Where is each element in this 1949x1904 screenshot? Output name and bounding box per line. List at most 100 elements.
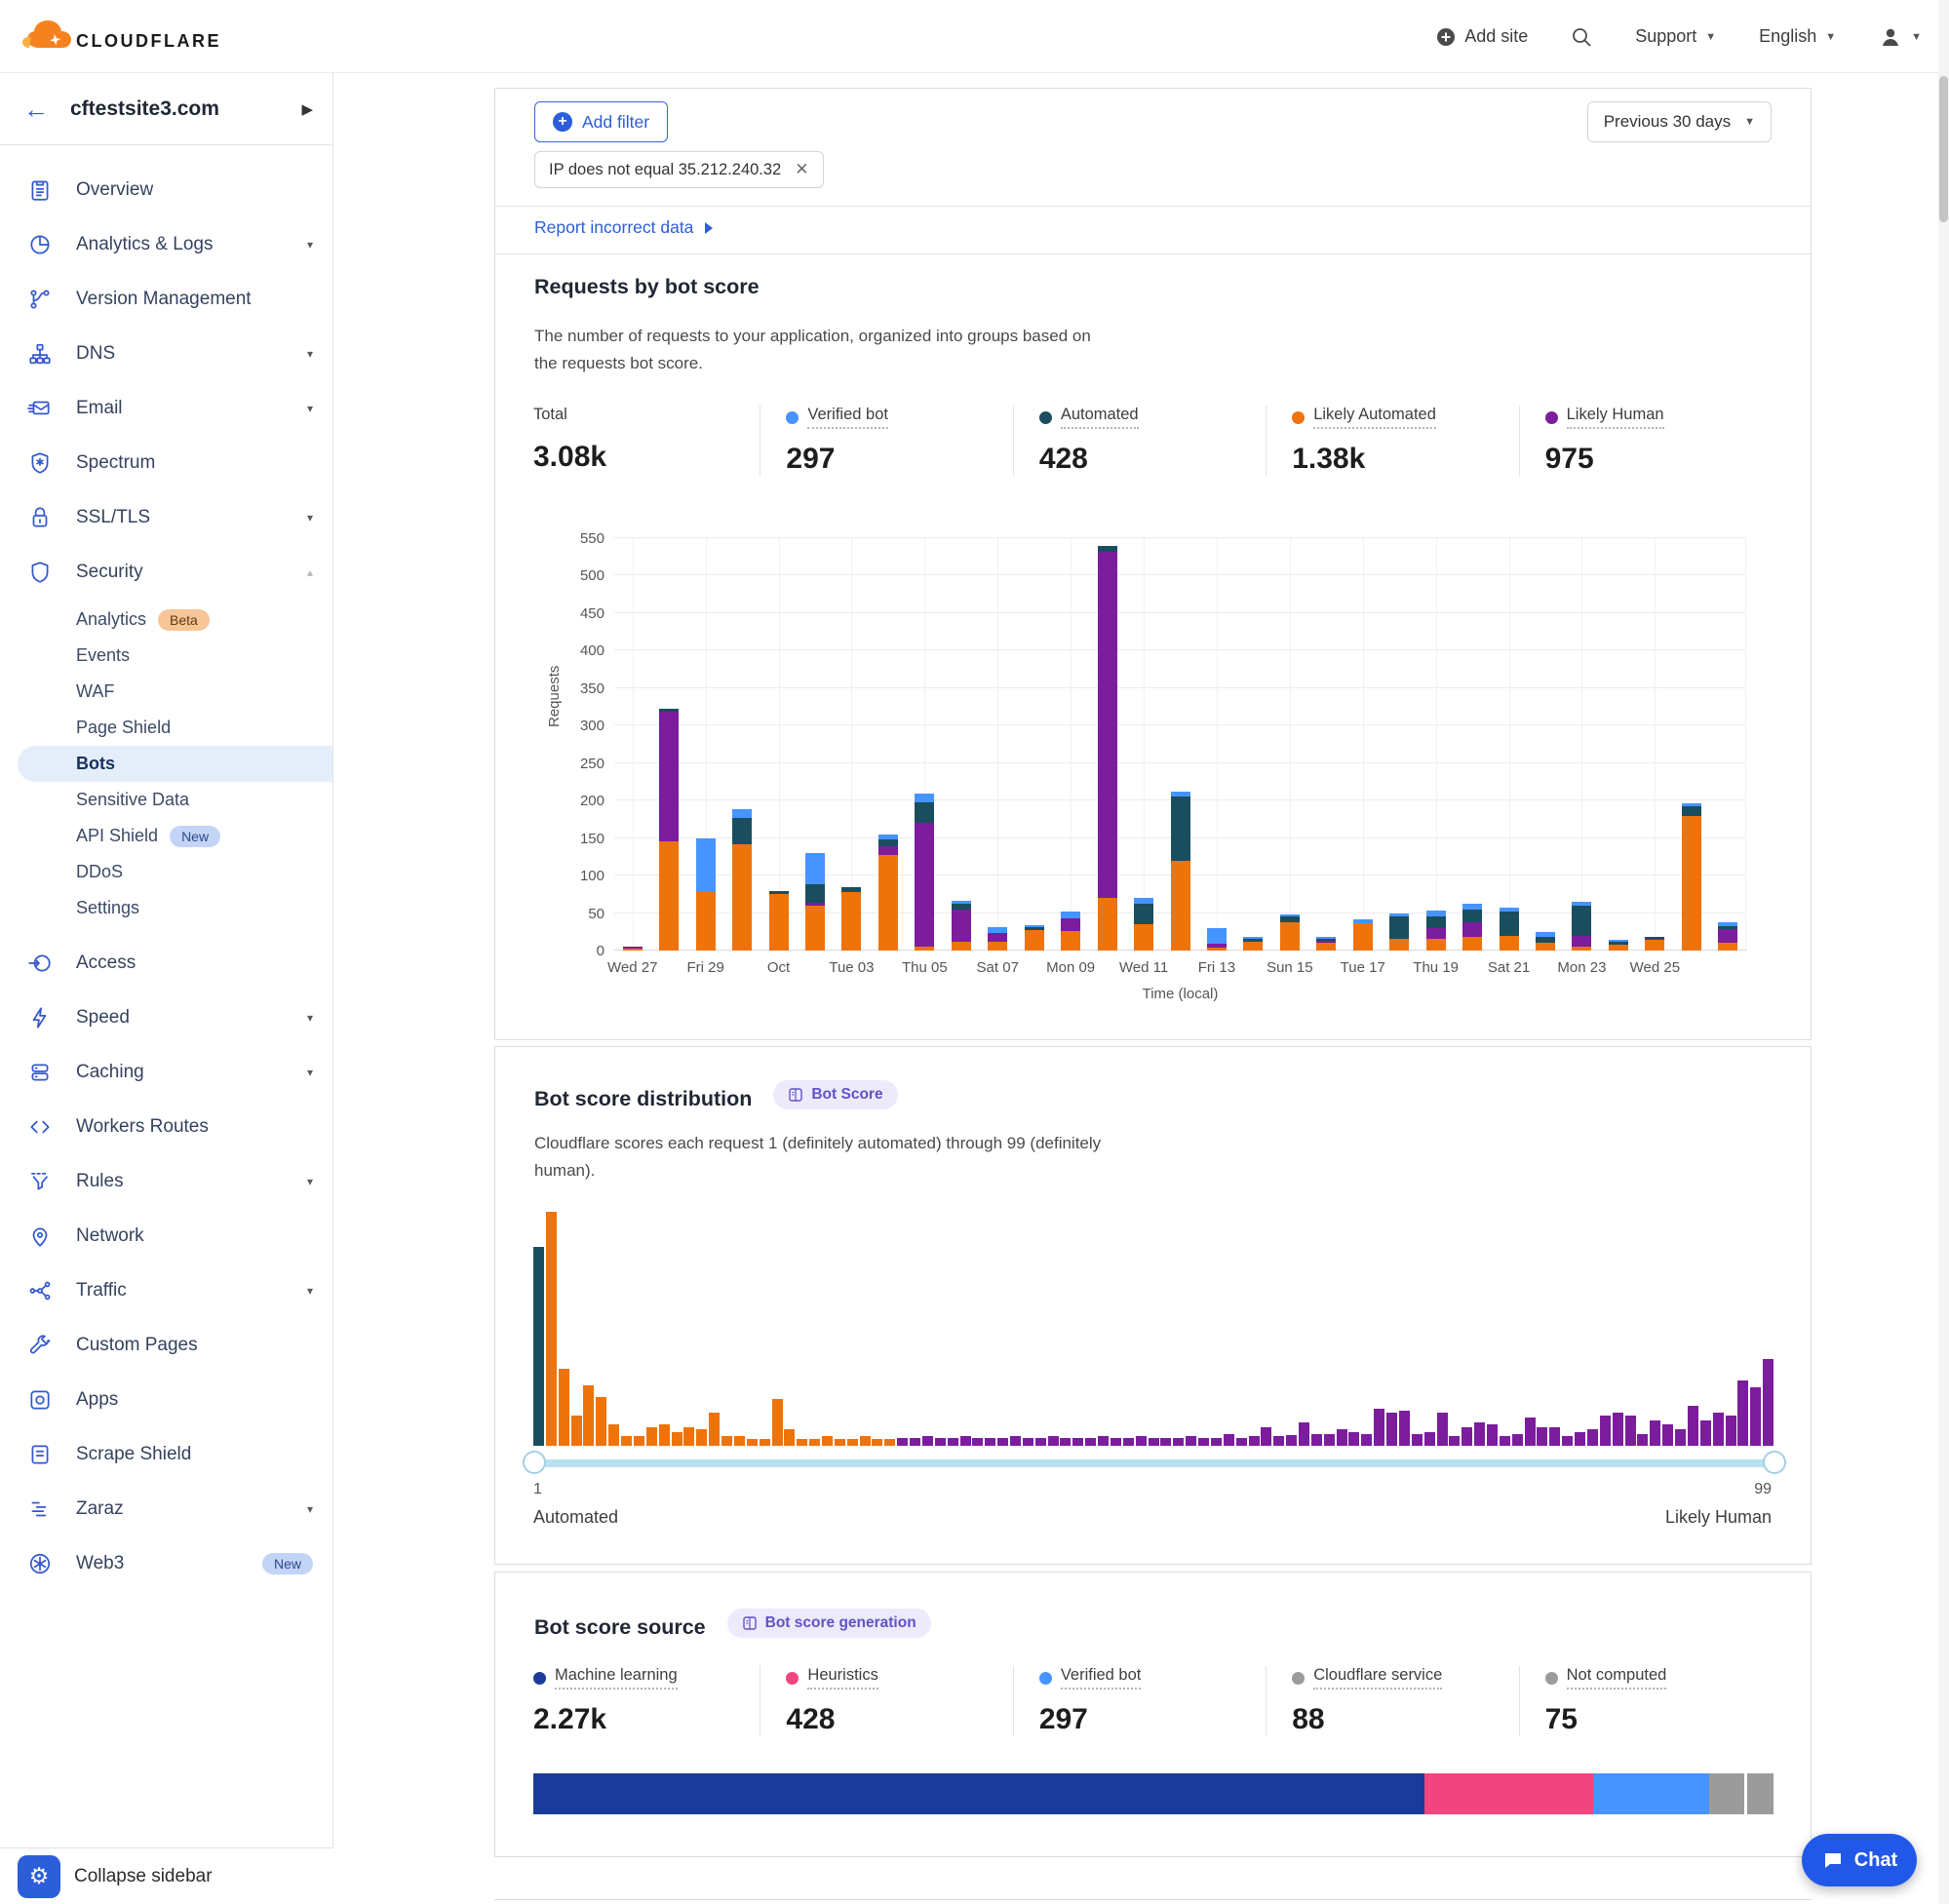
bar-segment-likely-automated <box>1207 948 1227 951</box>
x-tick-label: Thu 05 <box>902 959 948 976</box>
code-icon <box>27 1114 53 1140</box>
chevron-down-icon: ▼ <box>1911 31 1922 43</box>
sidebar-item-label: Spectrum <box>76 452 313 474</box>
report-link-label: Report incorrect data <box>534 217 693 238</box>
sidebar-item-custom-pages[interactable]: Custom Pages <box>0 1318 332 1373</box>
stat-label[interactable]: Cloudflare service <box>1292 1666 1442 1690</box>
stacked-bar <box>1462 538 1482 951</box>
sidebar-item-rules[interactable]: Rules▾ <box>0 1154 332 1209</box>
report-incorrect-data-link[interactable]: Report incorrect data <box>534 217 713 238</box>
filter-chip-label: IP does not equal 35.212.240.32 <box>549 161 781 179</box>
sidebar-item-traffic[interactable]: Traffic▾ <box>0 1263 332 1318</box>
sidebar-item-email[interactable]: Email▾ <box>0 381 332 436</box>
stat-label[interactable]: Automated <box>1039 406 1139 429</box>
histogram-bar <box>1337 1429 1347 1446</box>
sidebar-item-page-shield[interactable]: Page Shield <box>0 710 332 746</box>
sidebar-item-analytics[interactable]: AnalyticsBeta <box>0 602 332 638</box>
sidebar-item-web3[interactable]: Web3New <box>0 1536 332 1591</box>
sidebar-item-caching[interactable]: Caching▾ <box>0 1045 332 1100</box>
bot-score-histogram <box>533 1212 1775 1446</box>
back-arrow-icon[interactable]: ← <box>23 97 49 122</box>
histogram-bar <box>1500 1436 1510 1446</box>
add-site-button[interactable]: Add site <box>1436 26 1528 47</box>
stacked-bar <box>1280 538 1300 951</box>
stat-value: 2.27k <box>533 1703 760 1736</box>
bar-segment-automated <box>1426 916 1446 928</box>
sidebar-item-security[interactable]: Security▴ <box>0 545 332 600</box>
stat-automated: Automated428 <box>1013 406 1266 476</box>
score-range-slider[interactable] <box>533 1459 1775 1467</box>
apps-icon <box>27 1387 53 1413</box>
histogram-bar <box>1600 1416 1611 1446</box>
stat-label[interactable]: Verified bot <box>786 406 888 429</box>
sidebar-item-dns[interactable]: DNS▾ <box>0 327 332 381</box>
sidebar-item-speed[interactable]: Speed▾ <box>0 991 332 1045</box>
sidebar-item-spectrum[interactable]: Spectrum <box>0 436 332 490</box>
histogram-bar <box>1662 1424 1673 1446</box>
sidebar-item-api-shield[interactable]: API ShieldNew <box>0 818 332 854</box>
sidebar-item-settings[interactable]: Settings <box>0 890 332 926</box>
stat-label-text: Automated <box>1061 406 1139 429</box>
sidebar-item-workers-routes[interactable]: Workers Routes <box>0 1100 332 1154</box>
histogram-bar <box>1675 1429 1686 1446</box>
stat-cloudflare-service: Cloudflare service88 <box>1266 1666 1518 1736</box>
bar-segment-likely-automated <box>1243 942 1263 951</box>
sidebar-item-overview[interactable]: Overview <box>0 163 332 217</box>
slider-handle-min[interactable] <box>523 1451 546 1474</box>
page-scrollbar[interactable] <box>1938 0 1949 1904</box>
date-range-dropdown[interactable]: Previous 30 days ▼ <box>1587 101 1772 142</box>
histogram-bar <box>1575 1432 1585 1446</box>
histogram-bar <box>1261 1427 1271 1446</box>
collapse-sidebar-button[interactable]: Collapse sidebar <box>74 1866 213 1887</box>
stat-label-text: Heuristics <box>807 1666 877 1690</box>
search-button[interactable] <box>1571 26 1592 48</box>
sidebar-item-ddos[interactable]: DDoS <box>0 854 332 890</box>
scrollbar-thumb[interactable] <box>1939 76 1948 222</box>
filter-chip[interactable]: IP does not equal 35.212.240.32 ✕ <box>534 151 824 188</box>
sidebar-item-waf[interactable]: WAF <box>0 674 332 710</box>
sidebar-item-version-management[interactable]: Version Management <box>0 272 332 327</box>
stat-label[interactable]: Machine learning <box>533 1666 678 1690</box>
support-menu[interactable]: Support▼ <box>1635 26 1716 47</box>
sidebar-item-bots[interactable]: Bots <box>18 746 332 782</box>
sidebar-item-events[interactable]: Events <box>0 638 332 674</box>
sidebar-item-ssl-tls[interactable]: SSL/TLS▾ <box>0 490 332 545</box>
bar-segment-verified-bot <box>1280 914 1300 916</box>
badge-label: Bot score generation <box>765 1614 916 1632</box>
stat-label-text: Total <box>533 406 567 427</box>
slider-handle-max[interactable] <box>1763 1451 1786 1474</box>
sidebar-item-scrape-shield[interactable]: Scrape Shield <box>0 1427 332 1482</box>
x-axis-title: Time (local) <box>614 986 1746 1002</box>
bar-segment-likely-human <box>1645 939 1664 941</box>
stat-label[interactable]: Not computed <box>1545 1666 1667 1690</box>
histogram-bar <box>1650 1420 1660 1446</box>
histogram-bar <box>1072 1438 1083 1446</box>
stat-label[interactable]: Verified bot <box>1039 1666 1142 1690</box>
bot-score-badge[interactable]: Bot Score <box>773 1080 897 1109</box>
sidebar-item-zaraz[interactable]: Zaraz▾ <box>0 1482 332 1536</box>
stat-label[interactable]: Likely Automated <box>1292 406 1436 429</box>
stat-label[interactable]: Heuristics <box>786 1666 877 1690</box>
stat-label-text: Not computed <box>1567 1666 1667 1690</box>
chevron-right-icon[interactable]: ▶ <box>301 100 313 118</box>
sidebar-item-analytics-logs[interactable]: Analytics & Logs▾ <box>0 217 332 272</box>
bar-segment-verified-bot <box>1462 904 1482 909</box>
add-filter-button[interactable]: + Add filter <box>534 101 668 142</box>
language-menu[interactable]: English▼ <box>1759 26 1836 47</box>
sidebar-item-network[interactable]: Network <box>0 1209 332 1263</box>
sidebar-item-apps[interactable]: Apps <box>0 1373 332 1427</box>
cloudflare-logo[interactable]: CLOUDFLARE <box>19 17 221 56</box>
close-icon[interactable]: ✕ <box>795 160 808 179</box>
stat-label[interactable]: Likely Human <box>1545 406 1664 429</box>
sidebar-item-access[interactable]: Access <box>0 936 332 991</box>
bot-score-generation-badge[interactable]: Bot score generation <box>727 1609 931 1638</box>
source-stats-row: Machine learning2.27kHeuristics428Verifi… <box>533 1666 1772 1736</box>
account-menu[interactable]: ▼ <box>1879 25 1922 49</box>
stat-not-computed: Not computed75 <box>1519 1666 1772 1736</box>
settings-gear-button[interactable]: ⚙ <box>18 1855 60 1898</box>
histogram-bar <box>797 1439 807 1446</box>
sidebar-item-sensitive-data[interactable]: Sensitive Data <box>0 782 332 818</box>
requests-bar-chart <box>614 538 1746 951</box>
chat-button[interactable]: Chat <box>1802 1834 1917 1886</box>
stat-label[interactable]: Total <box>533 406 567 427</box>
